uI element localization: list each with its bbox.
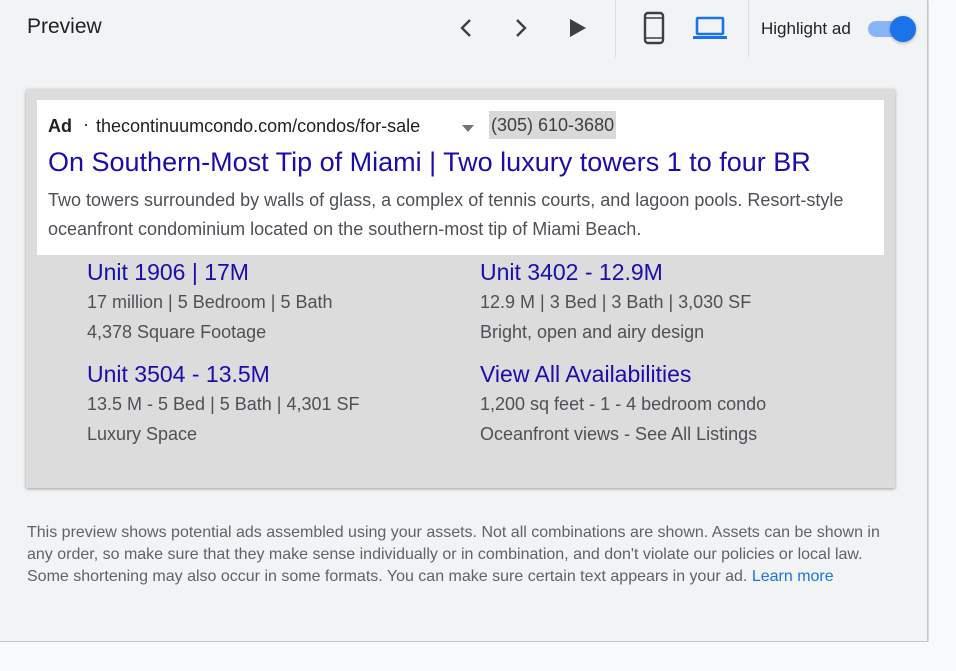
page-background xyxy=(929,0,956,642)
sitelink-line: 17 million | 5 Bedroom | 5 Bath xyxy=(87,292,333,312)
ad-preview-card: Ad · thecontinuumcondo.com/condos/for-sa… xyxy=(26,89,895,488)
page-background xyxy=(0,642,956,671)
sitelink-title[interactable]: Unit 1906 | 17M xyxy=(87,259,332,286)
laptop-icon xyxy=(693,16,727,39)
preview-disclaimer: This preview shows potential ads assembl… xyxy=(27,522,907,588)
sitelink: View All Availabilities 1,200 sq feet - … xyxy=(480,361,766,449)
ad-description: Two towers surrounded by walls of glass,… xyxy=(48,190,844,239)
next-button[interactable] xyxy=(507,13,535,43)
preview-panel: Preview Highlight ad Ad · thecontinuumco… xyxy=(0,0,928,642)
ad-separator: · xyxy=(83,114,89,134)
sitelink-title[interactable]: Unit 3402 - 12.9M xyxy=(480,259,751,286)
desktop-view-button[interactable] xyxy=(692,10,728,46)
sitelink-line: 1,200 sq feet - 1 - 4 bedroom condo xyxy=(480,394,767,414)
sitelink-title[interactable]: View All Availabilities xyxy=(480,361,766,388)
url-dropdown-button[interactable] xyxy=(462,120,474,138)
toolbar-divider xyxy=(748,0,749,57)
ad-badge: Ad xyxy=(48,116,72,136)
play-icon xyxy=(570,19,586,37)
highlight-ad-label: Highlight ad xyxy=(761,19,851,38)
sitelink-line: Bright, open and airy design xyxy=(480,322,705,342)
phone-number[interactable]: (305) 610-3680 xyxy=(489,111,617,139)
smartphone-icon xyxy=(643,11,665,45)
toggle-knob xyxy=(890,16,916,42)
ad-headline[interactable]: On Southern-Most Tip of Miami | Two luxu… xyxy=(48,147,811,178)
toolbar-divider xyxy=(615,0,616,57)
sitelink-line: Luxury Space xyxy=(87,424,198,444)
play-button[interactable] xyxy=(564,13,592,43)
panel-title: Preview xyxy=(27,15,102,38)
sitelink-line: 4,378 Square Footage xyxy=(87,322,267,342)
highlight-ad-toggle[interactable] xyxy=(866,16,918,42)
sitelink-line: 13.5 M - 5 Bed | 5 Bath | 4,301 SF xyxy=(87,394,360,414)
sitelink-title[interactable]: Unit 3504 - 13.5M xyxy=(87,361,360,388)
sitelink-line: Oceanfront views - See All Listings xyxy=(480,424,758,444)
sitelink: Unit 3402 - 12.9M 12.9 M | 3 Bed | 3 Bat… xyxy=(480,259,751,347)
ad-highlight-box: Ad · thecontinuumcondo.com/condos/for-sa… xyxy=(37,100,884,255)
sitelink-line: 12.9 M | 3 Bed | 3 Bath | 3,030 SF xyxy=(480,292,752,312)
chevron-right-icon xyxy=(516,19,527,37)
learn-more-link[interactable]: Learn more xyxy=(752,568,834,585)
mobile-view-button[interactable] xyxy=(640,10,668,46)
previous-button[interactable] xyxy=(452,13,480,43)
display-url[interactable]: thecontinuumcondo.com/condos/for-sale xyxy=(96,116,420,137)
sitelink: Unit 3504 - 13.5M 13.5 M - 5 Bed | 5 Bat… xyxy=(87,361,360,449)
caret-down-icon xyxy=(462,125,474,132)
sitelink: Unit 1906 | 17M 17 million | 5 Bedroom |… xyxy=(87,259,332,347)
chevron-left-icon xyxy=(460,19,471,37)
